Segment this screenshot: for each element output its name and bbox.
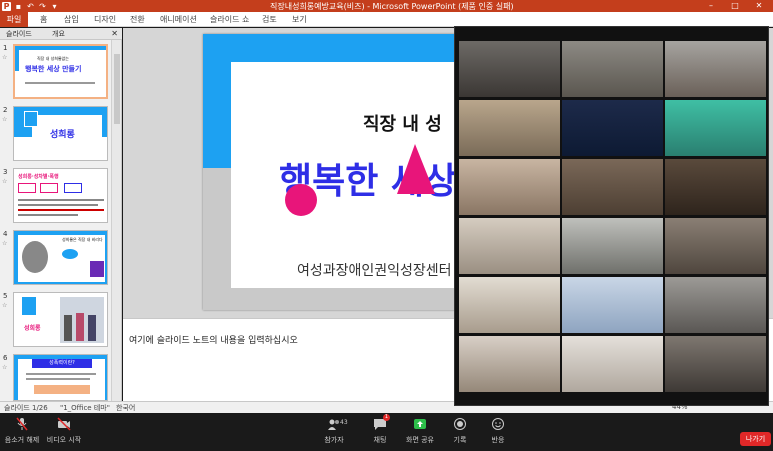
tab-animations[interactable]: 애니메이션 [160,14,197,25]
thumbnail-image: 직장 내 성희롱없는 행복한 세상 만들기 [13,44,108,99]
video-tile[interactable] [665,100,766,156]
thumbnail-text: 성희롱·성차별·폭행 [18,174,59,180]
zoom-meeting-toolbar: 음소거 해제 비디오 시작 43 참가자 1 채팅 화면 공유 기록 반응 나가… [0,413,773,451]
redo-icon[interactable]: ↷ [38,2,47,11]
pink-circle-shape [285,184,317,216]
start-video-button[interactable]: 비디오 시작 [36,417,92,445]
undo-icon[interactable]: ↶ [26,2,35,11]
thumbnail-image: 성폭력이란? [13,354,108,401]
thumbnail-number: 4 [3,230,8,238]
thumbnail-image: 성희롱·성차별·폭행 [13,168,108,223]
start-video-label: 비디오 시작 [46,436,82,444]
video-tile[interactable] [459,100,560,156]
thumbnail-text: 성희롱은 직장 내 비리다 [62,237,103,242]
slides-panel: 슬라이드 개요 ✕ 1 ☆ 직장 내 성희롱없는 행복한 세상 만들기 2 ☆ [0,28,122,401]
star-icon: ☆ [2,116,8,123]
star-icon: ☆ [2,178,8,185]
chat-badge: 1 [383,414,390,421]
reactions-label: 반응 [491,436,505,444]
video-tile[interactable] [562,277,663,333]
pink-triangle-shape [397,144,435,194]
video-tile[interactable] [665,41,766,97]
thumbnail-number: 1 [3,44,8,52]
thumbnail-text: 성폭력이란? [32,359,92,368]
video-tile[interactable] [665,159,766,215]
star-icon: ☆ [2,240,8,247]
microphone-muted-icon [16,417,28,431]
window-title: 직장내성희롱예방교육(비즈) - Microsoft PowerPoint (제… [270,2,514,11]
tab-slides[interactable]: 슬라이드 [6,29,32,39]
video-tile[interactable] [562,100,663,156]
panel-close-icon[interactable]: ✕ [111,29,118,38]
thumbnail-number: 5 [3,292,8,300]
leave-meeting-button[interactable]: 나가기 [740,432,771,446]
theme-name: "1_Office 테마" [60,404,110,412]
tab-view[interactable]: 보기 [292,14,307,25]
video-tile[interactable] [459,218,560,274]
notes-placeholder: 여기에 슬라이드 노트의 내용을 입력하십시오 [129,336,298,346]
video-tile[interactable] [562,159,663,215]
video-tile[interactable] [459,159,560,215]
tab-file[interactable]: 파일 [0,12,28,27]
thumbnail-text: 성희롱 [50,130,75,140]
quick-access-toolbar: P ▪ ↶ ↷ ▾ [2,1,59,11]
video-tile[interactable] [665,218,766,274]
customize-qat-icon[interactable]: ▾ [50,2,59,11]
thumbnail-text: 성희롱 [24,325,41,332]
participant-count: 43 [340,419,348,426]
thumbnail-image: 성희롱은 직장 내 비리다 [13,230,108,285]
maximize-icon[interactable]: □ [724,0,746,12]
star-icon: ☆ [2,54,8,61]
video-tile[interactable] [562,41,663,97]
ribbon-tabs: 파일 홈 삽입 디자인 전환 애니메이션 슬라이드 쇼 검토 보기 [0,12,773,27]
screen: P ▪ ↶ ↷ ▾ 직장내성희롱예방교육(비즈) - Microsoft Pow… [0,0,773,451]
close-icon[interactable]: ✕ [748,0,770,12]
panel-tabs: 슬라이드 개요 ✕ [0,28,122,40]
powerpoint-logo-icon: P [2,1,11,11]
thumbnail-text: 행복한 세상 만들기 [25,65,82,73]
tab-transitions[interactable]: 전환 [130,14,145,25]
record-icon [454,418,466,430]
thumbnail-image: 성희롱 [13,292,108,347]
reactions-icon [492,418,504,430]
video-off-icon [57,417,71,431]
star-icon: ☆ [2,302,8,309]
slide-presenter: 여성과장애인권익성장센터 부 [297,263,469,279]
save-icon[interactable]: ▪ [14,2,23,11]
panel-scrollbar[interactable] [111,40,121,401]
video-tile[interactable] [665,277,766,333]
tab-review[interactable]: 검토 [262,14,277,25]
slide-counter: 슬라이드 1/26 [4,404,48,412]
video-tile[interactable] [562,336,663,392]
minimize-icon[interactable]: – [700,0,722,12]
video-tile[interactable] [562,218,663,274]
tab-slideshow[interactable]: 슬라이드 쇼 [210,14,249,25]
thumbnail-text: 직장 내 성희롱없는 [37,56,69,61]
thumbnail-number: 6 [3,354,8,362]
powerpoint-titlebar: P ▪ ↶ ↷ ▾ 직장내성희롱예방교육(비즈) - Microsoft Pow… [0,0,773,12]
star-icon: ☆ [2,364,8,371]
share-screen-icon [414,419,426,429]
video-tile[interactable] [665,336,766,392]
tab-home[interactable]: 홈 [40,14,47,25]
video-tile[interactable] [459,277,560,333]
reactions-button[interactable]: 반응 [470,417,526,445]
participants-icon [328,419,339,430]
thumbnail-number: 2 [3,106,8,114]
tab-design[interactable]: 디자인 [94,14,116,25]
tab-outline[interactable]: 개요 [52,29,65,39]
scrollbar-thumb[interactable] [114,54,120,124]
video-tile[interactable] [459,336,560,392]
thumbnail-number: 3 [3,168,8,176]
language-indicator[interactable]: 한국어 [116,403,135,413]
video-tile[interactable] [459,41,560,97]
tab-insert[interactable]: 삽입 [64,14,79,25]
zoom-gallery-view [454,26,769,406]
thumbnail-image: 성희롱 [13,106,108,161]
